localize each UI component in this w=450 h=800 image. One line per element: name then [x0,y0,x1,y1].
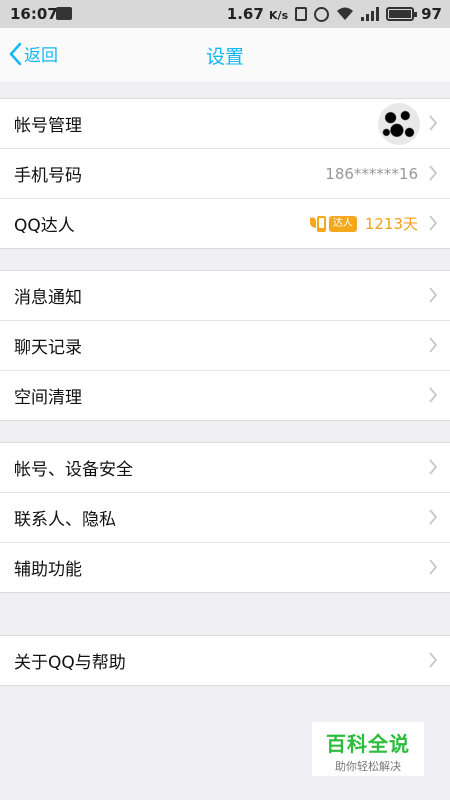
chevron-right-icon [429,287,438,303]
watermark-title: 百科全说 [326,732,410,756]
phone-value: 186******16 [325,164,418,183]
nav-bar: 返回 设置 [0,28,450,82]
chevron-right-icon [429,559,438,575]
chevron-right-icon [429,387,438,403]
status-time: 16:07 [10,5,58,23]
watermark: 百科全说 助你轻松解决 [312,722,424,776]
row-label: 空间清理 [14,388,82,408]
network-speed: 1.67 K/s [227,5,288,23]
chevron-right-icon [429,509,438,525]
daren-days: 1213天 [364,215,418,233]
network-speed-value: 1.67 [226,5,264,23]
chevron-right-icon [429,165,438,181]
chevron-right-icon [429,215,438,231]
daren-badge: 达人 [309,214,357,234]
row-account-device-security[interactable]: 帐号、设备安全 [0,443,450,493]
page-title: 设置 [205,46,244,68]
row-label: 帐号管理 [14,116,82,136]
row-chat-history[interactable]: 聊天记录 [0,321,450,371]
row-label: QQ达人 [14,216,75,236]
settings-group-about: 关于QQ与帮助 [0,635,450,686]
chevron-right-icon [429,459,438,475]
row-label: 聊天记录 [14,338,82,358]
row-phone-number[interactable]: 手机号码 186******16 [0,149,450,199]
row-label: 手机号码 [14,166,82,186]
settings-group-account: 帐号管理 手机号码 186******16 QQ达人 达人 1213天 [0,98,450,249]
row-accessibility[interactable]: 辅助功能 [0,543,450,592]
watermark-subtitle: 助你轻松解决 [335,760,401,773]
chevron-right-icon [429,337,438,353]
row-message-notifications[interactable]: 消息通知 [0,271,450,321]
daren-info: 达人 1213天 [309,213,418,234]
row-label: 关于QQ与帮助 [14,653,126,673]
row-about-help[interactable]: 关于QQ与帮助 [0,636,450,685]
battery-level: 97 [421,5,442,23]
alarm-icon [314,6,330,22]
wifi-icon [337,7,354,20]
row-storage-cleanup[interactable]: 空间清理 [0,371,450,420]
network-speed-unit: K/s [269,9,289,22]
row-label: 消息通知 [14,288,82,308]
chevron-right-icon [429,115,438,131]
row-contacts-privacy[interactable]: 联系人、隐私 [0,493,450,543]
battery-icon [386,7,418,21]
chevron-right-icon [429,652,438,668]
signal-icon [361,7,380,21]
vibrate-icon [295,7,308,21]
row-label: 辅助功能 [14,560,82,580]
row-qq-daren[interactable]: QQ达人 达人 1213天 [0,199,450,248]
settings-group-general: 消息通知 聊天记录 空间清理 [0,270,450,421]
status-bar: 16:07 1.67 K/s 97 [0,0,450,28]
status-right: 1.67 K/s 97 [227,5,442,23]
row-account-management[interactable]: 帐号管理 [0,99,450,149]
row-label: 联系人、隐私 [14,510,116,530]
avatar [378,103,420,145]
settings-group-security: 帐号、设备安全 联系人、隐私 辅助功能 [0,442,450,593]
row-label: 帐号、设备安全 [14,460,133,480]
notification-icon [56,7,72,20]
daren-badge-label: 达人 [328,215,357,232]
